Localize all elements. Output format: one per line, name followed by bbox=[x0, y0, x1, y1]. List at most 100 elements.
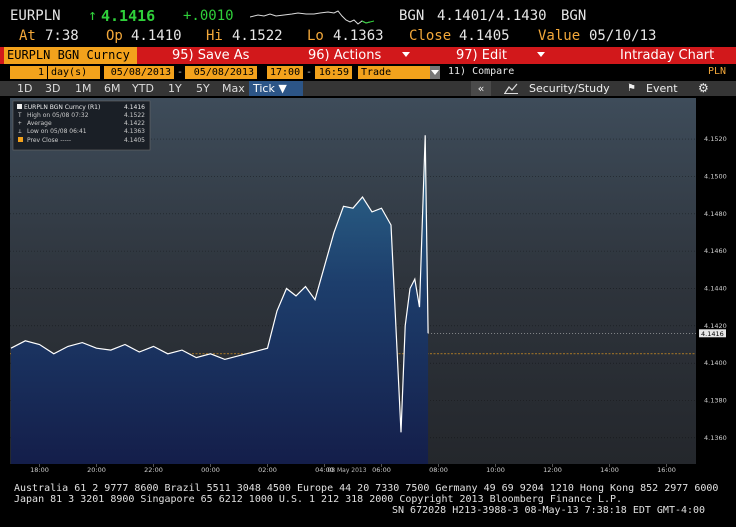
tick-dropdown-icon: ▼ bbox=[278, 82, 287, 95]
y-tick-label: 4.1460 bbox=[704, 247, 727, 255]
price-change: +.0010 bbox=[183, 8, 234, 24]
command-bar: EURPLN BGN Curncy 95) Save As 96) Action… bbox=[0, 47, 736, 64]
compare-button[interactable]: 11) Compare bbox=[448, 66, 514, 77]
period-unit-select[interactable]: day(s) bbox=[48, 66, 100, 79]
actions-menu[interactable]: 96) Actions bbox=[308, 47, 381, 64]
y-tick-label: 4.1520 bbox=[704, 135, 727, 143]
event-button[interactable]: Event bbox=[646, 81, 678, 96]
prev-close-swatch-icon bbox=[18, 137, 23, 142]
legend-high: High on 05/08 07:32 bbox=[27, 112, 89, 119]
x-tick-label: 16:00 bbox=[657, 466, 676, 474]
x-tick-label: 06:00 bbox=[372, 466, 391, 474]
footer-contacts-line2: Japan 81 3 3201 8900 Singapore 65 6212 1… bbox=[14, 494, 623, 505]
intraday-chart[interactable]: 18:00 20:00 22:00 00:00 02:00 04:00 06:00 08:00… bbox=[10, 98, 734, 474]
high-value: 4.1522 bbox=[232, 28, 283, 44]
close-value: 4.1405 bbox=[459, 28, 510, 44]
x-tick-label: 12:00 bbox=[543, 466, 562, 474]
y-tick-label: 4.1380 bbox=[704, 397, 727, 405]
save-as-button[interactable]: 95) Save As bbox=[172, 47, 249, 64]
x-axis-date-label: 08 May 2013 bbox=[327, 467, 366, 474]
legend-high-value: 4.1522 bbox=[124, 112, 145, 119]
end-date-field[interactable]: 05/08/2013 bbox=[185, 66, 257, 79]
x-tick-label: 20:00 bbox=[87, 466, 106, 474]
x-tick-label: 14:00 bbox=[600, 466, 619, 474]
low-label: Lo bbox=[307, 28, 324, 44]
open-label: Op bbox=[106, 28, 123, 44]
security-field[interactable]: EURPLN BGN Curncy bbox=[4, 47, 137, 64]
timeframe-1y[interactable]: 1Y bbox=[168, 81, 182, 96]
legend-series: EURPLN BGN Curncy (R1) bbox=[24, 104, 100, 111]
view-title: Intraday Chart bbox=[620, 48, 715, 63]
last-price-tag-label: 4.1416 bbox=[701, 330, 724, 338]
y-tick-label: 4.1420 bbox=[704, 322, 727, 330]
currency-label: PLN bbox=[708, 66, 727, 77]
timeframe-bar: 1D 3D 1M 6M YTD 1Y 5Y Max Tick ▼ « Secur… bbox=[0, 81, 736, 96]
y-tick-label: 4.1360 bbox=[704, 434, 727, 442]
at-time: 7:38 bbox=[45, 28, 79, 44]
legend-prev-close: Prev Close ----- bbox=[27, 137, 71, 144]
quote-header-line2: At 7:38 Op 4.1410 Hi 4.1522 Lo 4.1363 Cl… bbox=[0, 27, 736, 47]
end-time-field[interactable]: 16:59 bbox=[315, 66, 352, 79]
up-arrow-icon: ↑ bbox=[88, 6, 98, 24]
low-marker-icon: ⊥ bbox=[18, 128, 22, 135]
x-tick-label: 08:00 bbox=[429, 466, 448, 474]
x-tick-label: 02:00 bbox=[258, 466, 277, 474]
high-label: Hi bbox=[206, 28, 223, 44]
series-swatch-icon bbox=[17, 104, 22, 109]
security-study-button[interactable]: Security/Study bbox=[529, 81, 610, 96]
average-marker-icon: + bbox=[18, 120, 22, 127]
study-chart-icon[interactable] bbox=[504, 83, 518, 94]
timeframe-tick-label: Tick bbox=[253, 82, 275, 95]
ticker: EURPLN bbox=[10, 8, 61, 24]
y-tick-label: 4.1400 bbox=[704, 359, 727, 367]
sparkline bbox=[250, 10, 375, 25]
footer-contacts-line1: Australia 61 2 9777 8600 Brazil 5511 304… bbox=[14, 483, 719, 494]
timeframe-3d[interactable]: 3D bbox=[45, 81, 60, 96]
actions-dropdown-icon[interactable] bbox=[402, 52, 410, 57]
quote-source: BGN bbox=[399, 8, 425, 24]
x-tick-label: 18:00 bbox=[30, 466, 49, 474]
event-flag-icon[interactable]: ⚑ bbox=[627, 81, 636, 96]
x-tick-label: 22:00 bbox=[144, 466, 163, 474]
start-date-field[interactable]: 05/08/2013 bbox=[104, 66, 174, 79]
timeframe-1d[interactable]: 1D bbox=[17, 81, 32, 96]
open-value: 4.1410 bbox=[131, 28, 182, 44]
timeframe-ytd[interactable]: YTD bbox=[132, 81, 154, 96]
at-label: At bbox=[19, 28, 36, 44]
high-marker-icon: T bbox=[18, 112, 22, 119]
chart-legend: EURPLN BGN Curncy (R1) 4.1416 T High on … bbox=[12, 100, 151, 151]
footer-session-line: SN 672028 H213-3988-3 08-May-13 7:38:18 … bbox=[392, 505, 706, 516]
settings-gear-icon[interactable]: ⚙ bbox=[698, 81, 709, 96]
legend-average-value: 4.1422 bbox=[124, 120, 145, 127]
date-range-bar: 1 day(s) 05/08/2013 - 05/08/2013 17:00 -… bbox=[0, 65, 736, 80]
y-tick-label: 4.1480 bbox=[704, 210, 727, 218]
y-tick-label: 4.1500 bbox=[704, 172, 727, 180]
period-count-field[interactable]: 1 bbox=[10, 66, 47, 79]
collapse-button[interactable]: « bbox=[471, 81, 491, 96]
y-tick-label: 4.1440 bbox=[704, 284, 727, 292]
value-date: 05/10/13 bbox=[589, 28, 657, 44]
legend-prev-close-value: 4.1405 bbox=[124, 137, 145, 144]
low-value: 4.1363 bbox=[333, 28, 384, 44]
quote-source-2: BGN bbox=[561, 8, 587, 24]
timeframe-1m[interactable]: 1M bbox=[75, 81, 92, 96]
x-tick-label: 00:00 bbox=[201, 466, 220, 474]
quote-header-line1: EURPLN ↑ 4.1416 +.0010 BGN 4.1401/4.1430… bbox=[0, 6, 736, 28]
edit-dropdown-icon[interactable] bbox=[537, 52, 545, 57]
date-separator: - bbox=[177, 67, 184, 78]
timeframe-tick[interactable]: Tick ▼ bbox=[249, 81, 303, 96]
legend-low-value: 4.1363 bbox=[124, 128, 145, 135]
timeframe-5y[interactable]: 5Y bbox=[196, 81, 210, 96]
timeframe-max[interactable]: Max bbox=[222, 81, 245, 96]
x-tick-label: 10:00 bbox=[486, 466, 505, 474]
legend-average: Average bbox=[27, 120, 52, 127]
edit-menu[interactable]: 97) Edit bbox=[456, 47, 507, 64]
value-date-label: Value bbox=[538, 28, 581, 44]
data-mode-select[interactable]: Trade bbox=[358, 66, 430, 79]
y-axis: 4.15204.15004.14804.14604.14404.14204.14… bbox=[699, 135, 727, 442]
legend-series-value: 4.1416 bbox=[124, 104, 145, 111]
mode-dropdown-icon[interactable] bbox=[430, 66, 440, 79]
timeframe-6m[interactable]: 6M bbox=[104, 81, 121, 96]
time-separator: - bbox=[306, 67, 313, 78]
start-time-field[interactable]: 17:00 bbox=[267, 66, 303, 79]
